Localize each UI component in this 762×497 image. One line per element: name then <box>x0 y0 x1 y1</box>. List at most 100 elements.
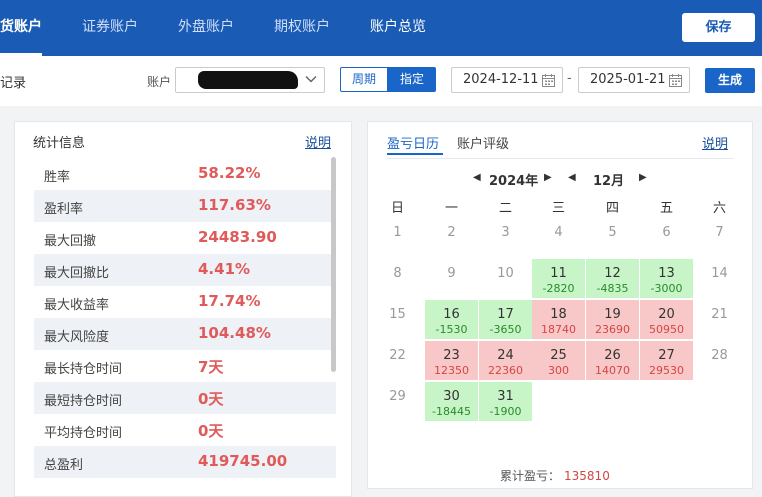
calendar-day[interactable]: 6 <box>640 218 693 257</box>
tab-account-overview[interactable]: 账户总览 <box>370 0 426 56</box>
stat-row: 总盈利 419745.00 <box>34 446 336 478</box>
month-label: 12月 <box>593 174 625 189</box>
calendar-day[interactable]: 9 <box>425 259 478 298</box>
weekday-header: 五 <box>659 201 673 216</box>
prev-month-icon[interactable]: ◀ <box>568 172 576 183</box>
day-number: 4 <box>554 225 563 240</box>
day-number: 30 <box>443 389 460 404</box>
calendar-day[interactable]: 11 -2820 <box>532 259 585 298</box>
calendar-day[interactable]: 5 <box>586 218 639 257</box>
calendar-day[interactable]: 14 <box>693 259 746 298</box>
calendar-day[interactable]: 26 14070 <box>586 341 639 380</box>
stats-panel: 统计信息 说明 胜率 58.22% 盈利率 117.63% 最大回撤 24483.90 最大… <box>14 121 352 497</box>
calendar-panel: 盈亏日历 账户评级 说明 ◀ 2024年 ▶ ◀ 12月 ▶ 日一二三四五六12… <box>367 121 753 489</box>
tab-securities-account[interactable]: 证券账户 <box>82 0 138 56</box>
calendar-day[interactable]: 30 -18445 <box>425 382 478 421</box>
calendar-day[interactable]: 19 23690 <box>586 300 639 339</box>
stat-row: 平均持仓时间 0天 <box>34 414 336 446</box>
day-pnl: -2820 <box>542 282 575 295</box>
day-pnl: 50950 <box>649 323 684 336</box>
stat-label: 盈利率 <box>44 202 84 217</box>
calendar-day[interactable]: 21 <box>693 300 746 339</box>
stat-value: 7天 <box>198 358 224 376</box>
calendar-day[interactable]: 22 <box>371 341 424 380</box>
calendar-day[interactable]: 4 <box>532 218 585 257</box>
year-label: 2024年 <box>489 174 539 189</box>
calendar-day[interactable]: 28 <box>693 341 746 380</box>
next-year-icon[interactable]: ▶ <box>544 172 552 183</box>
total-pnl: 累计盈亏： 135810 <box>500 467 610 484</box>
day-number: 8 <box>393 266 402 281</box>
account-select[interactable] <box>175 67 325 93</box>
calendar-day[interactable]: 7 <box>693 218 746 257</box>
tab-divider <box>387 158 734 159</box>
stat-label: 最大收益率 <box>44 298 110 313</box>
stat-label: 最大风险度 <box>44 330 110 345</box>
calendar-day[interactable]: 1 <box>371 218 424 257</box>
calendar-day[interactable]: 15 <box>371 300 424 339</box>
tab-account-rating[interactable]: 账户评级 <box>457 133 509 152</box>
day-number: 11 <box>550 266 567 281</box>
day-pnl: 23690 <box>595 323 630 336</box>
prev-year-icon[interactable]: ◀ <box>473 172 481 183</box>
save-button[interactable]: 保存 <box>682 13 755 42</box>
calendar-day[interactable]: 18 18740 <box>532 300 585 339</box>
next-month-icon[interactable]: ▶ <box>639 172 647 183</box>
calendar-day[interactable]: 8 <box>371 259 424 298</box>
day-number: 20 <box>658 307 675 322</box>
day-number: 7 <box>715 225 724 240</box>
calendar-day[interactable]: 12 -4835 <box>586 259 639 298</box>
day-pnl: -3000 <box>650 282 683 295</box>
calendar-help-link[interactable]: 说明 <box>702 133 728 152</box>
tab-pnl-calendar[interactable]: 盈亏日历 <box>387 133 439 152</box>
weekday-header: 一 <box>444 201 458 216</box>
stat-row: 盈利率 117.63% <box>34 190 336 222</box>
day-pnl: 12350 <box>434 364 469 377</box>
calendar-day[interactable]: 24 22360 <box>479 341 532 380</box>
stat-label: 总盈利 <box>44 458 84 473</box>
stat-label: 最长持仓时间 <box>44 362 123 377</box>
calendar-day[interactable]: 16 -1530 <box>425 300 478 339</box>
stat-value: 17.74% <box>198 292 261 310</box>
calendar-day[interactable]: 23 12350 <box>425 341 478 380</box>
active-tab-indicator <box>387 153 443 155</box>
calendar-day[interactable]: 29 <box>371 382 424 421</box>
calendar-day[interactable]: 10 <box>479 259 532 298</box>
period-toggle[interactable]: 周期 <box>340 67 388 92</box>
calendar-day[interactable]: 2 <box>425 218 478 257</box>
tab-foreign-account[interactable]: 外盘账户 <box>178 0 234 56</box>
generate-button[interactable]: 生成 <box>705 68 755 93</box>
calendar-day[interactable]: 27 29530 <box>640 341 693 380</box>
specify-toggle[interactable]: 指定 <box>388 67 436 92</box>
stat-label: 最短持仓时间 <box>44 394 123 409</box>
start-date-input[interactable]: 2024-12-11 <box>451 67 563 93</box>
stats-scrollbar[interactable] <box>331 157 336 372</box>
end-date-value: 2025-01-21 <box>590 72 666 87</box>
calendar-day[interactable]: 25 300 <box>532 341 585 380</box>
day-number: 3 <box>501 225 510 240</box>
calendar-day[interactable]: 20 50950 <box>640 300 693 339</box>
section-title: 记录 <box>0 76 27 91</box>
stat-value: 419745.00 <box>198 452 288 470</box>
day-number: 15 <box>389 307 406 322</box>
weekday-header: 三 <box>551 201 565 216</box>
tab-options-account[interactable]: 期权账户 <box>274 0 330 56</box>
calendar-day[interactable]: 17 -3650 <box>479 300 532 339</box>
calendar-icon <box>542 74 555 87</box>
day-number: 23 <box>443 348 460 363</box>
top-nav: 货账户 证券账户 外盘账户 期权账户 账户总览 保存 <box>0 0 762 56</box>
day-number: 18 <box>550 307 567 322</box>
calendar-day[interactable]: 13 -3000 <box>640 259 693 298</box>
calendar-day[interactable]: 31 -1900 <box>479 382 532 421</box>
day-number: 17 <box>497 307 514 322</box>
tab-futures-account[interactable]: 货账户 <box>0 0 42 56</box>
day-number: 26 <box>604 348 621 363</box>
day-number: 13 <box>658 266 675 281</box>
day-number: 9 <box>447 266 456 281</box>
calendar-day[interactable]: 3 <box>479 218 532 257</box>
weekday-header: 六 <box>712 201 726 216</box>
stat-label: 平均持仓时间 <box>44 426 123 441</box>
stats-help-link[interactable]: 说明 <box>305 132 331 151</box>
day-pnl: -3650 <box>489 323 522 336</box>
end-date-input[interactable]: 2025-01-21 <box>578 67 690 93</box>
